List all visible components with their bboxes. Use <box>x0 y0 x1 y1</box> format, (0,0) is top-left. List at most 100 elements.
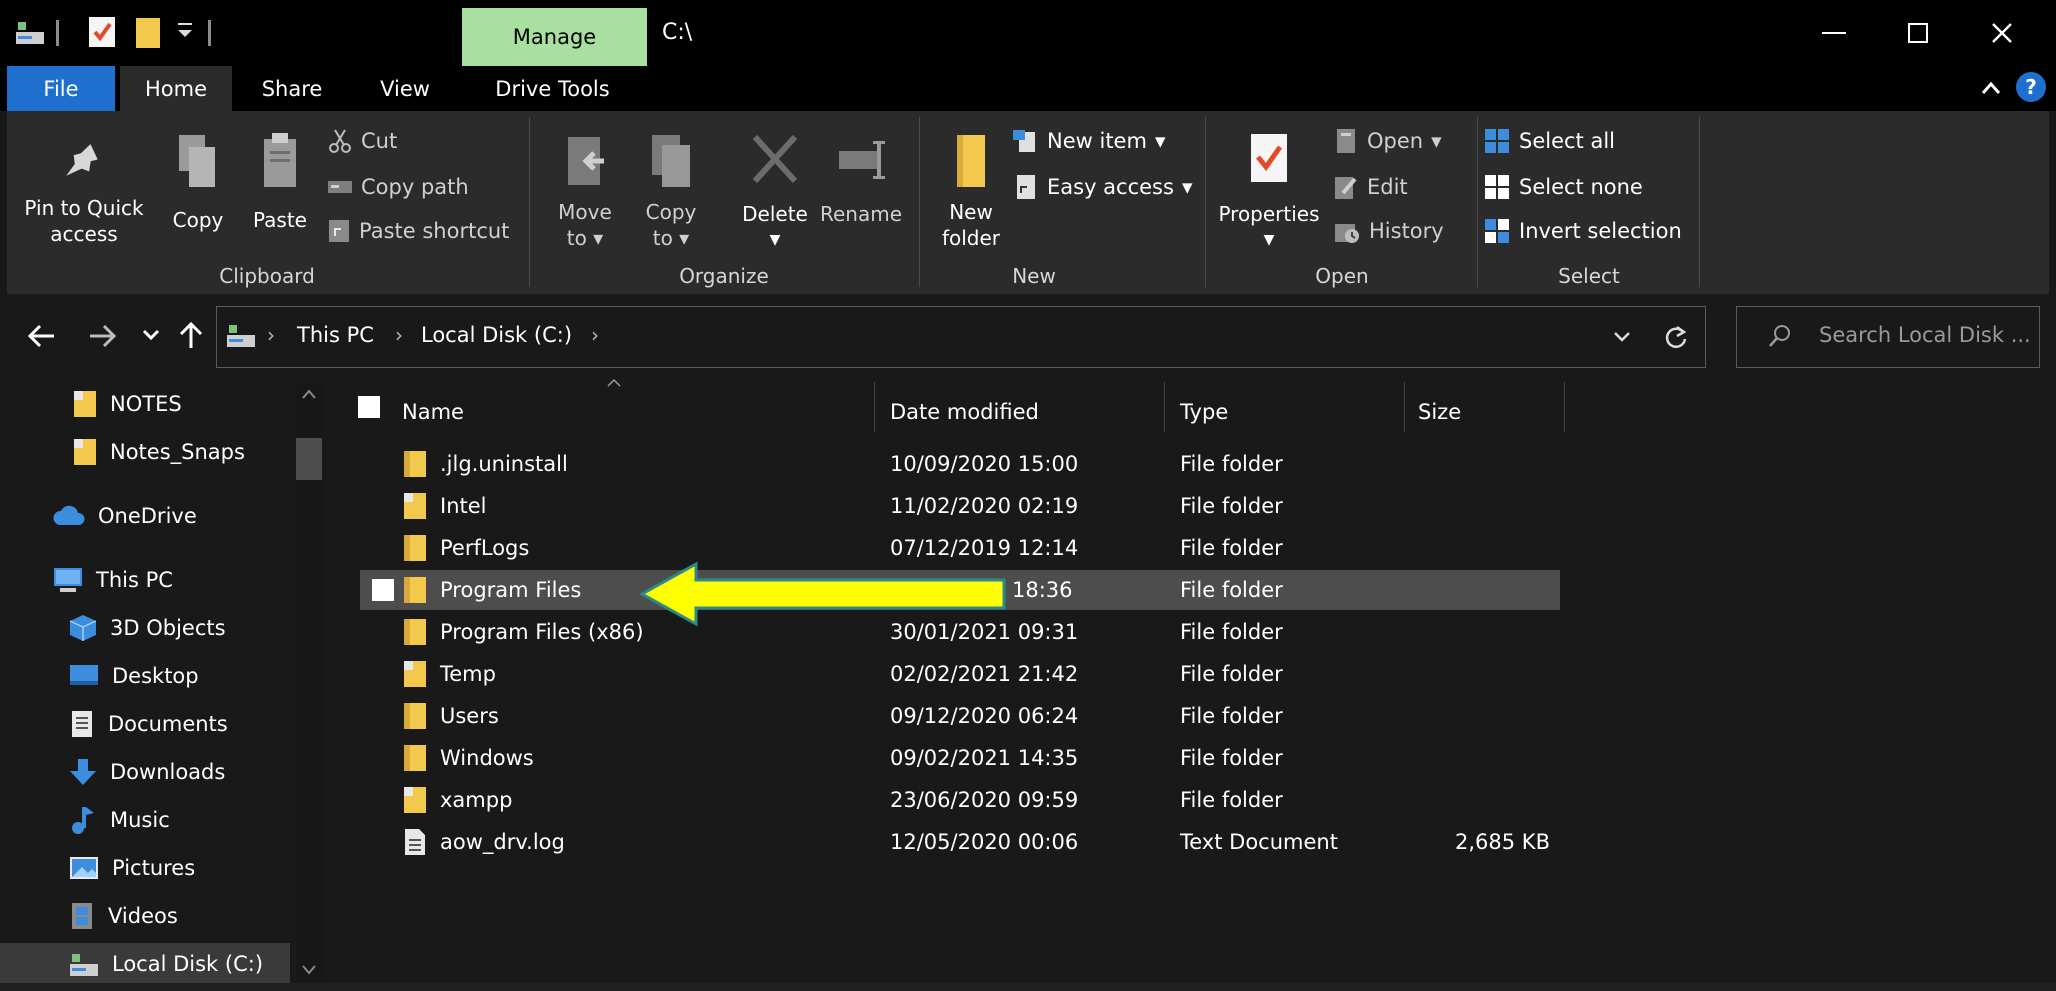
up-arrow-icon[interactable] <box>178 320 204 350</box>
paste-button[interactable]: Paste <box>243 131 317 233</box>
column-header-type[interactable]: Type <box>1180 390 1228 434</box>
nav-item-local-disk[interactable]: Local Disk (C:) <box>0 943 290 985</box>
table-row[interactable]: Intel 11/02/2020 02:19 File folder <box>360 486 1560 526</box>
folder-icon <box>402 696 428 736</box>
address-history-chevron-icon[interactable] <box>1613 331 1631 343</box>
nav-item-this-pc[interactable]: This PC <box>0 559 290 601</box>
easy-access-button[interactable]: Easy access ▾ <box>1011 172 1193 202</box>
folder-shortcut-icon <box>72 437 98 467</box>
column-header-date-modified[interactable]: Date modified <box>890 390 1039 434</box>
nav-item-pictures[interactable]: Pictures <box>0 847 290 889</box>
folder-shortcut-icon <box>72 389 98 419</box>
desktop-icon <box>68 663 100 689</box>
file-type: File folder <box>1180 536 1283 560</box>
file-size <box>1460 486 1550 526</box>
rename-button[interactable]: Rename <box>815 131 907 227</box>
search-box[interactable]: Search Local Disk ... <box>1736 306 2040 368</box>
pin-to-quick-access-button[interactable]: Pin to Quick access <box>7 139 161 247</box>
tab-drive-tools[interactable]: Drive Tools <box>465 66 640 111</box>
collapse-ribbon-icon[interactable] <box>1980 78 2002 98</box>
copy-button[interactable]: Copy <box>161 131 235 233</box>
close-button[interactable] <box>1972 8 2032 58</box>
invert-selection-button[interactable]: Invert selection <box>1483 216 1682 246</box>
copy-path-button[interactable]: Copy path <box>327 172 469 202</box>
nav-item-onedrive[interactable]: OneDrive <box>0 495 290 537</box>
drive-icon[interactable] <box>14 18 46 48</box>
nav-item-downloads[interactable]: Downloads <box>0 751 290 793</box>
address-bar[interactable]: › This PC › Local Disk (C:) › <box>216 306 1706 368</box>
drive-icon <box>225 321 257 351</box>
tab-view[interactable]: View <box>355 66 455 111</box>
table-row[interactable]: xampp 23/06/2020 09:59 File folder <box>360 780 1560 820</box>
select-group-label: Select <box>1558 264 1620 288</box>
breadcrumb-separator-icon[interactable]: › <box>395 323 403 347</box>
file-date: 02/02/2021 21:42 <box>890 662 1079 686</box>
document-icon <box>68 709 96 739</box>
edit-pencil-icon <box>1333 173 1359 201</box>
paste-shortcut-icon <box>327 218 351 244</box>
table-row[interactable]: Windows 09/02/2021 14:35 File folder <box>360 738 1560 778</box>
paste-shortcut-button[interactable]: Paste shortcut <box>327 216 509 246</box>
nav-pane-scrollbar[interactable] <box>296 382 322 982</box>
breadcrumb-separator-icon[interactable]: › <box>591 323 599 347</box>
help-icon[interactable]: ? <box>2016 72 2046 102</box>
manage-tab[interactable]: Manage <box>462 8 647 66</box>
file-size: 2,685 KB <box>1455 830 1550 854</box>
folder-icon <box>402 570 428 610</box>
table-row[interactable]: .jlg.uninstall 10/09/2020 15:00 File fol… <box>360 444 1560 484</box>
properties-button[interactable]: Properties ▼ <box>1211 131 1327 253</box>
new-item-icon <box>1011 128 1039 154</box>
tab-file[interactable]: File <box>7 66 115 111</box>
breadcrumb-separator-icon[interactable]: › <box>267 323 275 347</box>
copy-to-button[interactable]: Copy to ▾ <box>631 131 711 251</box>
select-all-checkbox[interactable] <box>358 396 380 418</box>
open-group-label: Open <box>1315 264 1369 288</box>
move-to-button[interactable]: Move to ▾ <box>537 131 633 251</box>
breadcrumb-this-pc[interactable]: This PC <box>297 323 374 347</box>
tab-home[interactable]: Home <box>120 66 232 111</box>
back-arrow-icon[interactable] <box>26 322 56 350</box>
refresh-icon[interactable] <box>1663 323 1689 351</box>
edit-button[interactable]: Edit <box>1333 172 1408 202</box>
nav-item-documents[interactable]: Documents <box>0 703 290 745</box>
nav-item-music[interactable]: Music <box>0 799 290 841</box>
recent-locations-chevron-icon[interactable] <box>142 328 160 342</box>
cut-button[interactable]: Cut <box>327 126 397 156</box>
search-input[interactable]: Search Local Disk ... <box>1819 323 2031 347</box>
history-button[interactable]: History <box>1333 216 1444 246</box>
table-row[interactable]: aow_drv.log 12/05/2020 00:06 Text Docume… <box>360 822 1560 862</box>
delete-button[interactable]: Delete ▼ <box>727 131 823 253</box>
folder-shortcut-icon <box>402 654 428 694</box>
select-all-button[interactable]: Select all <box>1483 126 1615 156</box>
folder-icon <box>402 738 428 778</box>
breadcrumb-local-disk[interactable]: Local Disk (C:) <box>421 323 572 347</box>
nav-item-3d-objects[interactable]: 3D Objects <box>0 607 290 649</box>
new-folder-icon[interactable] <box>134 14 162 50</box>
maximize-button[interactable] <box>1888 8 1948 58</box>
scroll-down-icon[interactable] <box>301 964 317 976</box>
open-button[interactable]: Open ▾ <box>1333 126 1442 156</box>
customize-quick-access-icon[interactable] <box>176 20 194 40</box>
folder-icon <box>402 612 428 652</box>
table-row[interactable]: Temp 02/02/2021 21:42 File folder <box>360 654 1560 694</box>
column-header-name[interactable]: Name <box>402 390 464 434</box>
nav-item-notes[interactable]: NOTES <box>0 383 290 425</box>
column-header-size[interactable]: Size <box>1418 390 1461 434</box>
new-item-button[interactable]: New item ▾ <box>1011 126 1165 156</box>
scroll-up-icon[interactable] <box>301 388 317 400</box>
select-none-button[interactable]: Select none <box>1483 172 1643 202</box>
properties-check-icon[interactable] <box>86 14 118 50</box>
folder-icon <box>402 444 428 484</box>
tab-share[interactable]: Share <box>238 66 346 111</box>
file-size <box>1460 528 1550 568</box>
nav-item-videos[interactable]: Videos <box>0 895 290 937</box>
nav-item-desktop[interactable]: Desktop <box>0 655 290 697</box>
new-folder-button[interactable]: New folder <box>923 131 1019 251</box>
new-group-label: New <box>1012 264 1056 288</box>
row-checkbox[interactable] <box>372 570 394 610</box>
forward-arrow-icon[interactable] <box>88 322 118 350</box>
nav-item-notes-snaps[interactable]: Notes_Snaps <box>0 431 290 473</box>
scrollbar-thumb[interactable] <box>296 438 322 480</box>
minimize-button[interactable] <box>1804 8 1864 58</box>
table-row[interactable]: Users 09/12/2020 06:24 File folder <box>360 696 1560 736</box>
